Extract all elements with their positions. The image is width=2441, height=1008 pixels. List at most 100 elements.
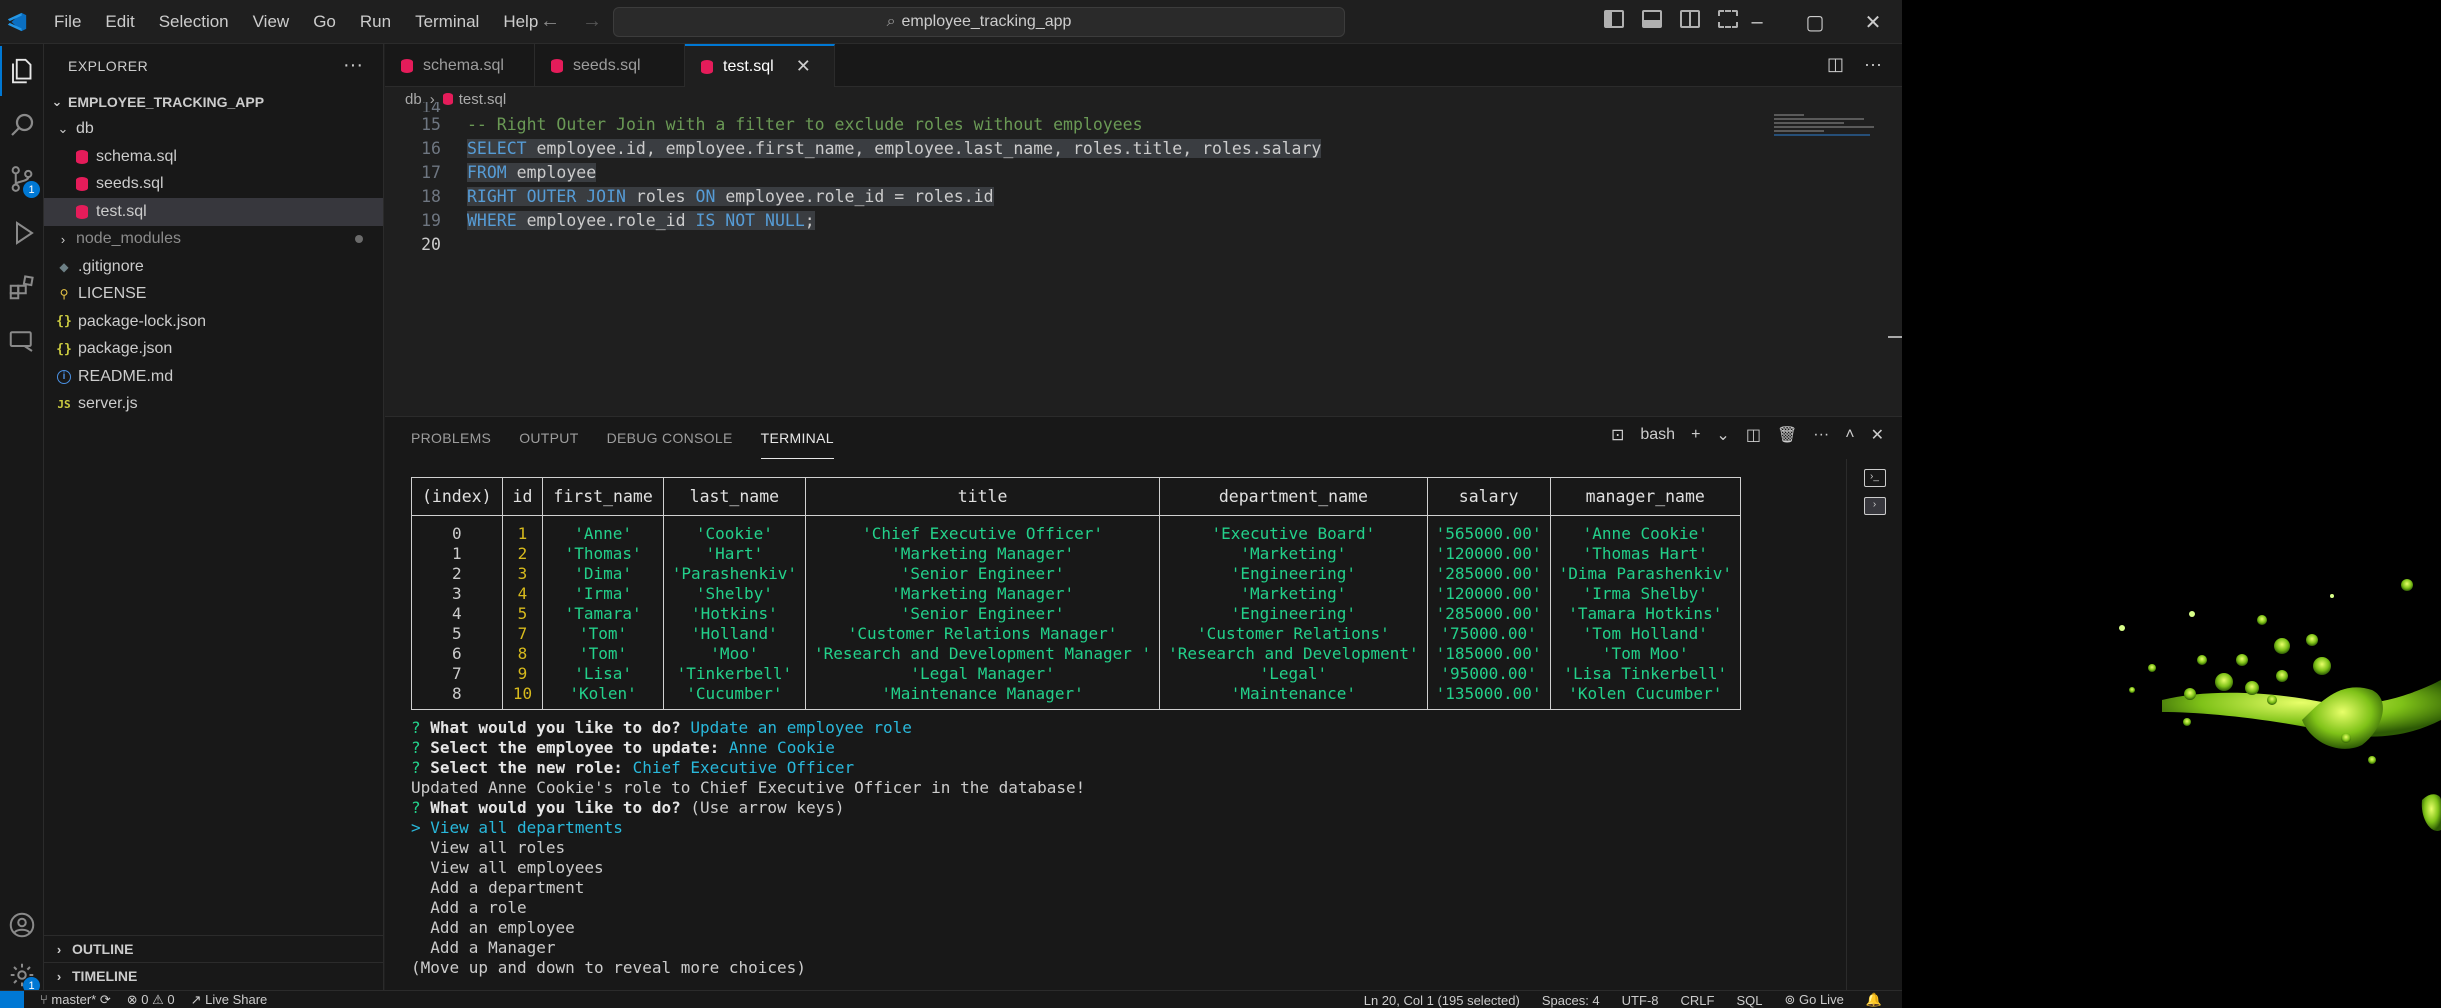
panel-tab-problems[interactable]: PROBLEMS [411,417,491,459]
close-tab-icon[interactable]: ✕ [796,56,811,77]
maximize-button[interactable]: ▢ [1786,0,1844,44]
table-cell: 'Research and Development' [1159,643,1428,664]
cursor-position[interactable]: Ln 20, Col 1 (195 selected) [1364,993,1520,1008]
table-cell: 'Research and Development Manager ' [804,643,1161,664]
go-live-button[interactable]: ⊚ Go Live [1784,992,1843,1008]
menu-selection[interactable]: Selection [147,0,241,44]
outline-label: OUTLINE [72,941,134,957]
source-control-icon[interactable]: 1 [0,154,44,204]
tree-item-db[interactable]: ⌄ db [44,116,383,144]
json-file-icon: {} [56,314,72,330]
table-cell: 'Engineering' [1159,563,1428,584]
more-actions-icon[interactable]: ··· [343,54,363,77]
line-ending[interactable]: CRLF [1681,993,1715,1008]
tab-seeds-sql[interactable]: seeds.sql [535,44,685,87]
choice-item[interactable]: View all roles [411,838,1741,858]
explorer-icon[interactable] [0,46,44,96]
prompt-answer: Anne Cookie [728,738,835,757]
extensions-icon[interactable] [0,262,44,312]
table-cell: 3 [411,583,503,604]
tree-item-server-js[interactable]: JS server.js [44,391,383,419]
close-panel-icon[interactable]: ✕ [1871,425,1884,445]
back-arrow-icon[interactable]: ← [540,10,560,33]
kill-terminal-icon[interactable]: 🗑 [1777,425,1797,445]
minimize-button[interactable]: – [1728,0,1786,44]
tree-item-readme-md[interactable]: i README.md [44,363,383,391]
minimap[interactable] [1774,114,1886,154]
menu-edit[interactable]: Edit [93,0,146,44]
panel-tab-terminal[interactable]: TERMINAL [760,417,834,459]
maximize-panel-icon[interactable]: ˄ [1845,426,1854,444]
choice-item[interactable]: > View all departments [411,818,1741,838]
choice-item[interactable]: Add a role [411,898,1741,918]
choice-indent [411,878,430,897]
panel-tab-debug-console[interactable]: DEBUG CONSOLE [607,417,733,459]
tree-item-seeds-sql[interactable]: seeds.sql [44,171,383,199]
accounts-icon[interactable] [0,900,44,950]
language-mode[interactable]: SQL [1736,993,1762,1008]
tree-item-package-json[interactable]: {} package.json [44,336,383,364]
tree-item-license[interactable]: ⚲ LICENSE [44,281,383,309]
panel-tab-output[interactable]: OUTPUT [519,417,578,459]
terminal-dropdown-icon[interactable]: ⌄ [1716,425,1729,445]
choice-item[interactable]: View all employees [411,858,1741,878]
remote-explorer-icon[interactable] [0,316,44,366]
table-row: 8 10 'Kolen' 'Cucumber' 'Maintenance Manager… [411,683,1741,710]
tree-item-node-modules[interactable]: › node_modules [44,226,383,254]
result-message: Updated Anne Cookie's role to Chief Exec… [411,778,1086,797]
choice-item[interactable]: Add a Manager [411,938,1741,958]
toggle-primary-sidebar-icon[interactable] [1604,10,1624,28]
split-terminal-icon[interactable]: ◫ [1746,425,1761,445]
table-cell: 'Senior Engineer' [804,603,1161,624]
timeline-section[interactable]: › TIMELINE [44,962,384,989]
search-view-icon[interactable] [0,100,44,150]
close-window-button[interactable]: ✕ [1844,0,1902,44]
menu-run[interactable]: Run [348,0,403,44]
workspace-root[interactable]: ⌄ EMPLOYEE_TRACKING_APP [44,88,383,116]
column-header: title [804,477,1161,516]
terminal-output[interactable]: (index) id first_name last_name title departm… [411,477,1741,978]
toggle-secondary-sidebar-icon[interactable] [1680,10,1700,28]
menu-view[interactable]: View [241,0,302,44]
code-editor[interactable]: 14 15 -- Right Outer Join with a filter to… [385,102,1765,256]
new-terminal-icon[interactable]: + [1691,426,1700,444]
toggle-panel-icon[interactable] [1642,10,1662,28]
tree-item-package-lock-json[interactable]: {} package-lock.json [44,308,383,336]
encoding[interactable]: UTF-8 [1622,993,1659,1008]
liveshare-button[interactable]: ↗ Live Share [191,992,268,1008]
problems-indicator[interactable]: ⊗ 0 ⚠ 0 [127,992,175,1008]
run-debug-icon[interactable] [0,208,44,258]
indentation[interactable]: Spaces: 4 [1542,993,1600,1008]
terminal-instance-2-icon[interactable]: › [1863,497,1886,515]
editor-more-icon[interactable]: ··· [1864,54,1882,75]
forward-arrow-icon[interactable]: → [582,10,602,33]
split-editor-icon[interactable]: ◫ [1827,54,1844,75]
desktop-wallpaper [1902,0,2441,1008]
tree-item-schema-sql[interactable]: schema.sql [44,143,383,171]
terminal-shell-name[interactable]: bash [1640,426,1675,444]
terminal-instance-1-icon[interactable]: ›_ [1863,469,1886,487]
menu-go[interactable]: Go [301,0,348,44]
notifications-icon[interactable]: 🔔 [1866,992,1882,1008]
choice-indent [411,838,430,857]
table-cell: 'Thomas' [542,543,664,564]
tree-item-test-sql[interactable]: test.sql [44,198,383,226]
choice-item[interactable]: Add an employee [411,918,1741,938]
outline-section[interactable]: › OUTLINE [44,935,384,962]
code-text: -- Right Outer Join with a filter to exc… [467,114,1143,134]
code-text: FROM employee [467,162,597,182]
choice-item[interactable]: Add a department [411,878,1741,898]
panel-more-icon[interactable]: ··· [1813,426,1829,444]
json-file-icon: {} [56,341,72,357]
tab-test-sql[interactable]: test.sql ✕ [685,44,835,87]
tab-schema-sql[interactable]: schema.sql [385,44,535,87]
tree-item--gitignore[interactable]: ◆ .gitignore [44,253,383,281]
command-center-search[interactable]: ⌕ employee_tracking_app [613,7,1345,37]
table-cell: 'Tom' [542,643,664,664]
menu-terminal[interactable]: Terminal [403,0,491,44]
table-cell: 'Customer Relations Manager' [804,623,1161,644]
branch-indicator[interactable]: ⑂ master* ⟳ [40,992,111,1008]
menu-file[interactable]: File [42,0,93,44]
table-cell: 'Holland' [662,623,807,644]
remote-indicator-icon[interactable] [0,990,24,1008]
